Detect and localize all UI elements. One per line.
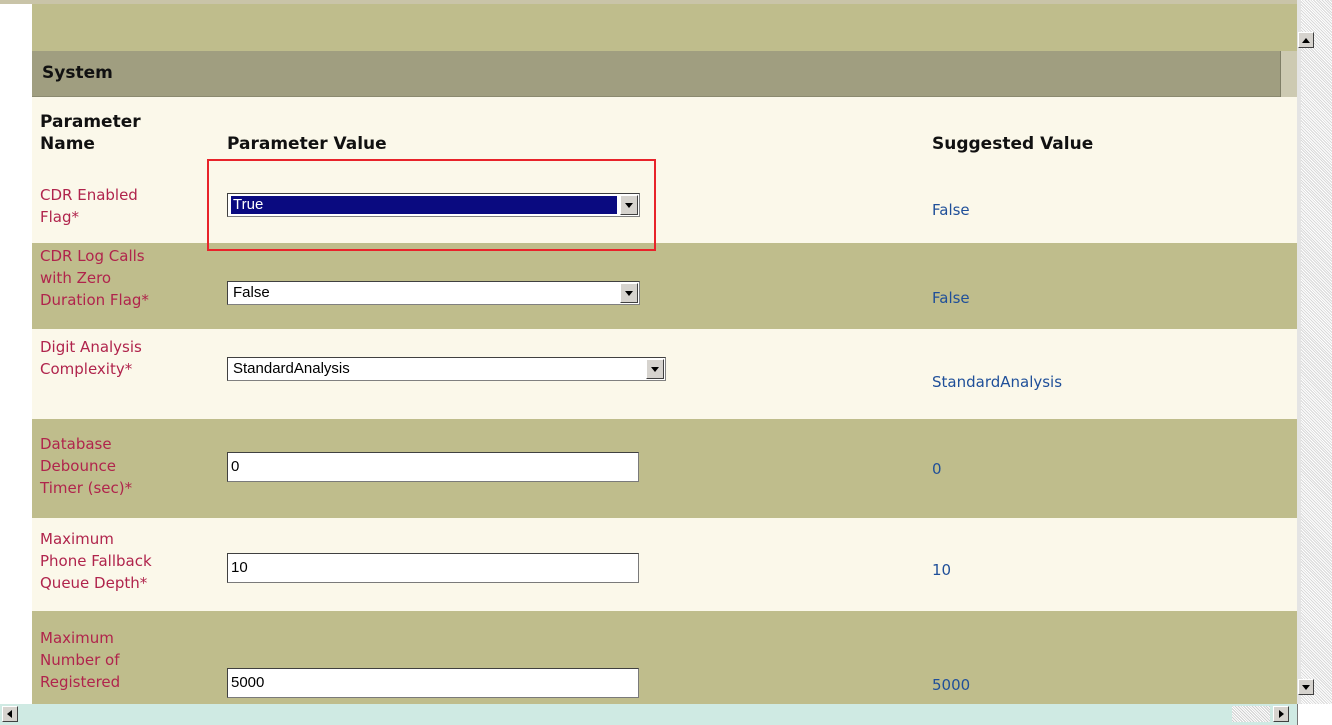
database-debounce-timer-input[interactable]: 0 <box>227 452 639 482</box>
parameter-name: CDR Enabled Flag* <box>40 186 138 226</box>
parameter-name: Database Debounce Timer (sec)* <box>40 435 133 497</box>
highlight-annotation <box>207 159 656 251</box>
suggested-value: False <box>932 201 970 219</box>
suggested-value: False <box>932 289 970 307</box>
table-row: CDR Log Calls with Zero Duration Flag* F… <box>32 243 1297 329</box>
cdr-log-zero-duration-select[interactable]: False <box>227 281 640 305</box>
parameter-name: CDR Log Calls with Zero Duration Flag* <box>40 247 149 309</box>
select-value: StandardAnalysis <box>233 360 350 377</box>
section-title: System <box>42 63 113 83</box>
arrow-right-icon[interactable] <box>1273 706 1289 722</box>
max-registered-input[interactable]: 5000 <box>227 668 639 698</box>
table-row: Maximum Phone Fallback Queue Depth* 10 1… <box>32 518 1297 611</box>
column-header-value: Parameter Value <box>227 134 387 154</box>
parameter-name: Digit Analysis Complexity* <box>40 338 142 378</box>
column-header-row: Parameter Name Parameter Value Suggested… <box>32 97 1297 163</box>
section-header-edge <box>1280 51 1297 97</box>
table-row: Maximum Number of Registered 5000 5000 <box>32 611 1297 704</box>
suggested-value: StandardAnalysis <box>932 373 1063 391</box>
arrow-down-icon[interactable] <box>1298 679 1314 695</box>
table-row: Digit Analysis Complexity* StandardAnaly… <box>32 329 1297 419</box>
select-value: False <box>233 284 270 301</box>
suggested-value: 0 <box>932 460 942 478</box>
horizontal-scroll-thumb[interactable] <box>1232 706 1270 722</box>
top-band <box>32 4 1297 51</box>
digit-analysis-complexity-select[interactable]: StandardAnalysis <box>227 357 666 381</box>
suggested-value: 5000 <box>932 676 971 694</box>
column-header-name: Parameter Name <box>40 112 141 154</box>
vertical-scrollbar[interactable] <box>1297 0 1332 704</box>
config-viewport: System Parameter Name Parameter Value Su… <box>0 0 1297 704</box>
chevron-down-icon[interactable] <box>620 283 638 303</box>
suggested-value: 10 <box>932 561 952 579</box>
column-header-suggested: Suggested Value <box>932 134 1094 154</box>
arrow-up-icon[interactable] <box>1298 32 1314 48</box>
parameter-name: Maximum Phone Fallback Queue Depth* <box>40 530 152 592</box>
horizontal-scrollbar[interactable] <box>0 704 1332 725</box>
max-phone-fallback-queue-input[interactable]: 10 <box>227 553 639 583</box>
parameter-name: Maximum Number of Registered <box>40 629 121 691</box>
vertical-scrollbar-edge <box>1297 0 1301 704</box>
arrow-left-icon[interactable] <box>2 706 18 722</box>
section-header: System <box>32 51 1280 97</box>
chevron-down-icon[interactable] <box>646 359 664 379</box>
scrollbar-corner <box>1297 704 1332 725</box>
table-row: Database Debounce Timer (sec)* 0 0 <box>32 419 1297 518</box>
